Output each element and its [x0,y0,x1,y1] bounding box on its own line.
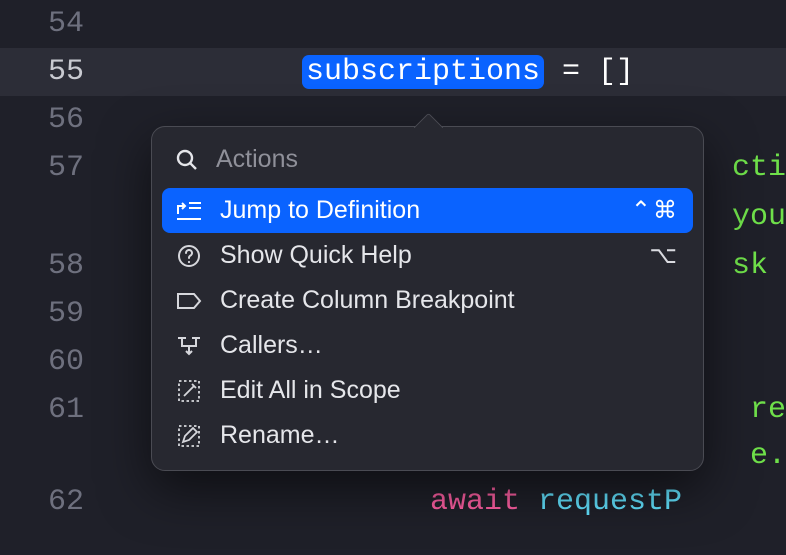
line-number: 58 [0,249,104,283]
line-number: 55 [0,55,104,89]
menu-item-shortcut: ⌃⌘ [631,196,679,225]
actions-search-placeholder[interactable]: Actions [216,145,298,174]
menu-item-label: Callers… [220,331,661,360]
menu-item-jump-to-definition[interactable]: Jump to Definition ⌃⌘ [162,188,693,233]
edit-scope-icon [176,378,202,404]
help-icon [176,243,202,269]
rename-icon [176,423,202,449]
menu-item-label: Show Quick Help [220,241,631,270]
line-number: 62 [0,485,104,519]
code-text: sk [732,249,786,283]
menu-item-edit-all-in-scope[interactable]: Edit All in Scope [162,368,693,413]
code-text: = [] [544,55,634,89]
menu-item-label: Edit All in Scope [220,376,661,405]
line-number: 56 [0,103,104,137]
menu-item-show-quick-help[interactable]: Show Quick Help ⌥ [162,233,693,278]
code-content[interactable]: subscriptions = [] [104,55,634,89]
actions-popover: Actions Jump to Definition ⌃⌘ Show Quick… [151,126,704,471]
menu-item-label: Rename… [220,421,661,450]
definition-icon [176,198,202,224]
menu-item-rename[interactable]: Rename… [162,413,693,458]
breakpoint-icon [176,288,202,314]
line-number: 59 [0,297,104,331]
menu-item-label: Jump to Definition [220,196,613,225]
line-number: 57 [0,151,104,185]
keyword-await: await [430,485,520,519]
menu-item-callers[interactable]: Callers… [162,323,693,368]
actions-search-row[interactable]: Actions [152,137,703,188]
callers-icon [176,333,202,359]
code-line-selected[interactable]: 55 subscriptions = [] [0,48,786,96]
menu-item-shortcut: ⌥ [649,241,679,270]
line-number: 61 [0,393,104,427]
selected-token[interactable]: subscriptions [302,55,544,89]
menu-item-label: Create Column Breakpoint [220,286,661,315]
code-line[interactable]: 54 [0,0,786,48]
line-number: 60 [0,345,104,379]
line-number: 54 [0,7,104,41]
code-line[interactable]: 62 await requestP [0,478,786,526]
search-icon [174,147,200,173]
menu-item-create-column-breakpoint[interactable]: Create Column Breakpoint [162,278,693,323]
code-text: requestP [520,485,682,519]
